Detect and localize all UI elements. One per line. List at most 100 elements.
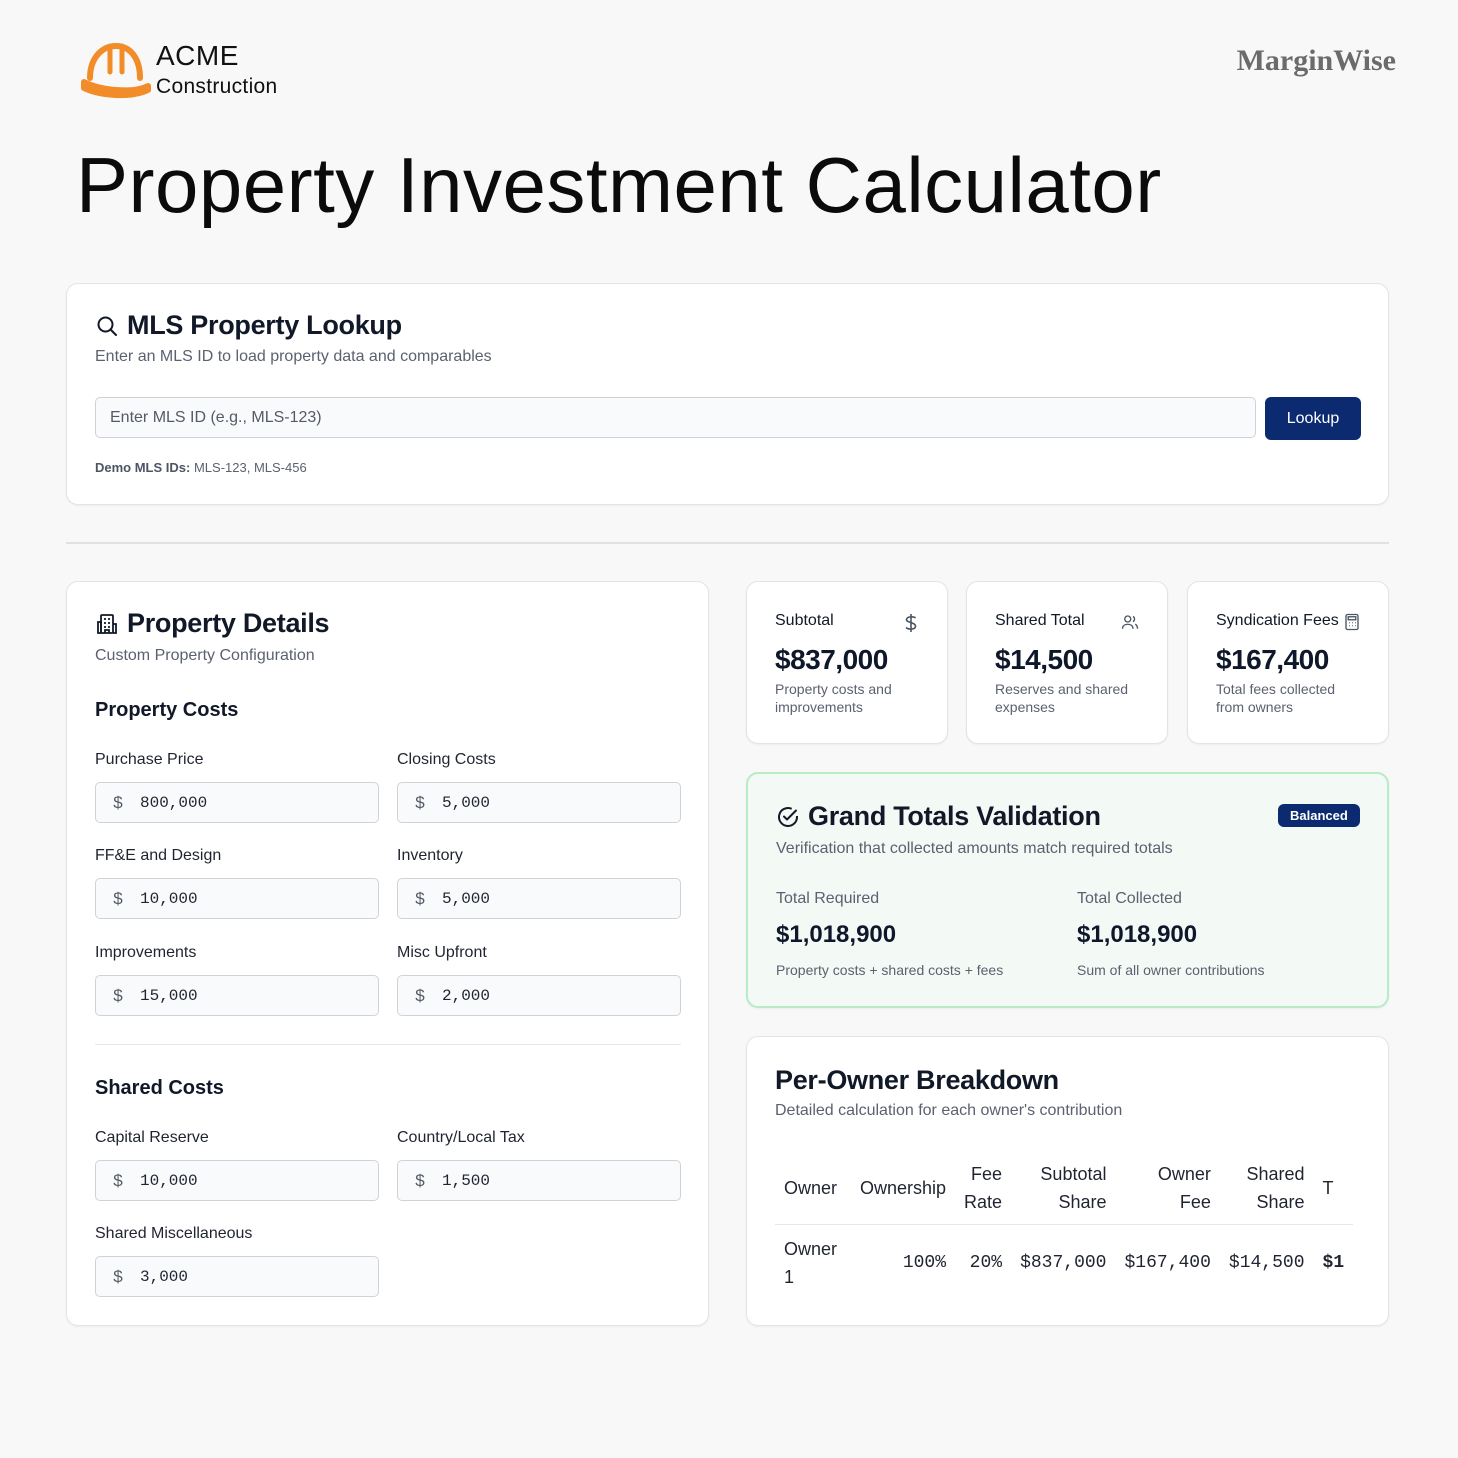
- cell-subtotal-share: $837,000: [1020, 1253, 1107, 1273]
- local-tax-label: Country/Local Tax: [397, 1129, 525, 1146]
- dollar-icon: $: [113, 1266, 123, 1286]
- dollar-icon: $: [113, 888, 123, 908]
- table-row: Owner 1 100% 20% $837,000 $167,400 $14,5…: [775, 1225, 1353, 1302]
- grand-title: Grand Totals Validation: [776, 801, 1101, 832]
- search-icon: [97, 316, 117, 336]
- inventory-label: Inventory: [397, 847, 463, 864]
- check-circle-icon: [778, 806, 798, 827]
- brand-name: ACME: [156, 39, 239, 71]
- mls-id-input[interactable]: [95, 397, 1256, 438]
- lookup-button[interactable]: Lookup: [1265, 397, 1361, 440]
- per-owner-card: Per-Owner Breakdown Detailed calculation…: [746, 1036, 1389, 1326]
- dollar-icon: $: [113, 792, 123, 812]
- property-details-card: Property Details Custom Property Configu…: [66, 581, 709, 1326]
- local-tax-value: 1,500: [442, 1171, 491, 1190]
- mls-description: Enter an MLS ID to load property data an…: [95, 348, 492, 365]
- total-collected-value: $1,018,900: [1077, 921, 1198, 948]
- users-icon: [1121, 615, 1139, 629]
- syndication-fees-value: $167,400: [1216, 644, 1329, 675]
- misc-upfront-label: Misc Upfront: [397, 944, 487, 961]
- subtotal-value: $837,000: [775, 644, 888, 675]
- local-tax-input[interactable]: $ 1,500: [397, 1160, 681, 1201]
- cell-total: $1: [1322, 1253, 1345, 1273]
- capital-reserve-value: 10,000: [140, 1171, 198, 1190]
- inventory-value: 5,000: [442, 889, 491, 908]
- col-owner: Owner: [775, 1152, 851, 1225]
- cell-owner: Owner 1: [784, 1239, 838, 1287]
- col-subtotal-share: Subtotal Share: [1011, 1152, 1116, 1225]
- owner-title: Per-Owner Breakdown: [775, 1065, 1059, 1095]
- shared-total-value: $14,500: [995, 644, 1093, 675]
- total-required-sub: Property costs + shared costs + fees: [776, 962, 1004, 978]
- closing-costs-value: 5,000: [442, 793, 491, 812]
- capital-reserve-input[interactable]: $ 10,000: [95, 1160, 379, 1201]
- closing-costs-input[interactable]: $ 5,000: [397, 782, 681, 823]
- col-total: T: [1313, 1152, 1354, 1225]
- improvements-label: Improvements: [95, 944, 197, 961]
- status-badge: Balanced: [1278, 804, 1360, 827]
- grand-totals-card: Grand Totals Validation Verification tha…: [746, 772, 1389, 1008]
- page-title: Property Investment Calculator: [76, 141, 1162, 229]
- purchase-price-label: Purchase Price: [95, 751, 204, 768]
- demo-label: Demo MLS IDs:: [95, 460, 191, 475]
- total-required-value: $1,018,900: [776, 921, 897, 948]
- cell-ownership: 100%: [902, 1253, 947, 1273]
- shared-misc-label: Shared Miscellaneous: [95, 1225, 253, 1242]
- ffe-design-input[interactable]: $ 10,000: [95, 878, 379, 919]
- section-divider: [66, 542, 1389, 544]
- calculator-icon: [1345, 613, 1359, 631]
- inventory-input[interactable]: $ 5,000: [397, 878, 681, 919]
- purchase-price-value: 800,000: [140, 793, 208, 812]
- cell-shared-share: $14,500: [1228, 1253, 1305, 1273]
- grand-title-text: Grand Totals Validation: [808, 801, 1101, 831]
- syndication-fees-title: Syndication Fees: [1216, 612, 1339, 629]
- brand-subtitle: Construction: [156, 74, 278, 98]
- table-header-row: Owner Ownership Fee Rate Subtotal Share …: [775, 1152, 1354, 1225]
- details-subtitle: Custom Property Configuration: [95, 647, 315, 664]
- dollar-icon: $: [415, 1170, 425, 1190]
- owner-table-scroll[interactable]: Owner Ownership Fee Rate Subtotal Share …: [775, 1152, 1361, 1302]
- brand-logo: ACME Construction: [80, 38, 278, 100]
- hard-hat-icon: [81, 42, 151, 99]
- mls-title: MLS Property Lookup: [95, 310, 402, 341]
- col-shared-share: Shared Share: [1219, 1152, 1314, 1225]
- shared-total-card: Shared Total $14,500 Reserves and shared…: [966, 581, 1168, 744]
- dollar-icon: [905, 614, 917, 632]
- dollar-icon: $: [415, 985, 425, 1005]
- shared-misc-input[interactable]: $ 3,000: [95, 1256, 379, 1297]
- demo-mls-ids: Demo MLS IDs: MLS-123, MLS-456: [95, 460, 307, 475]
- building-icon: [97, 613, 117, 634]
- mls-title-text: MLS Property Lookup: [127, 310, 402, 340]
- details-title: Property Details: [95, 608, 330, 639]
- owner-description: Detailed calculation for each owner's co…: [775, 1102, 1123, 1119]
- dollar-icon: $: [113, 1170, 123, 1190]
- closing-costs-label: Closing Costs: [397, 751, 496, 768]
- mls-lookup-card: MLS Property Lookup Enter an MLS ID to l…: [66, 283, 1389, 505]
- demo-ids: MLS-123, MLS-456: [193, 460, 307, 475]
- total-collected-sub: Sum of all owner contributions: [1077, 962, 1265, 978]
- purchase-price-input[interactable]: $ 800,000: [95, 782, 379, 823]
- shared-costs-heading: Shared Costs: [95, 1077, 224, 1099]
- total-collected-label: Total Collected: [1077, 890, 1182, 907]
- col-ownership: Ownership: [851, 1152, 956, 1225]
- subtotal-sub: Property costs and improvements: [775, 681, 892, 715]
- improvements-value: 15,000: [140, 986, 198, 1005]
- improvements-input[interactable]: $ 15,000: [95, 975, 379, 1016]
- partner-logo: MarginWise: [1236, 44, 1396, 77]
- misc-upfront-value: 2,000: [442, 986, 491, 1005]
- grand-description: Verification that collected amounts matc…: [776, 840, 1173, 857]
- misc-upfront-input[interactable]: $ 2,000: [397, 975, 681, 1016]
- cell-fee-rate: 20%: [969, 1253, 1003, 1273]
- details-title-text: Property Details: [127, 608, 330, 638]
- total-required-label: Total Required: [776, 890, 880, 907]
- shared-misc-value: 3,000: [140, 1267, 189, 1286]
- ffe-design-value: 10,000: [140, 889, 198, 908]
- cell-owner-fee: $167,400: [1124, 1253, 1211, 1273]
- shared-total-title: Shared Total: [995, 612, 1085, 629]
- costs-divider: [95, 1044, 681, 1045]
- col-fee-rate: Fee Rate: [955, 1152, 1012, 1225]
- owner-table: Owner Ownership Fee Rate Subtotal Share …: [775, 1152, 1354, 1302]
- col-owner-fee: Owner Fee: [1115, 1152, 1220, 1225]
- syndication-fees-sub: Total fees collected from owners: [1216, 681, 1336, 715]
- ffe-design-label: FF&E and Design: [95, 847, 222, 864]
